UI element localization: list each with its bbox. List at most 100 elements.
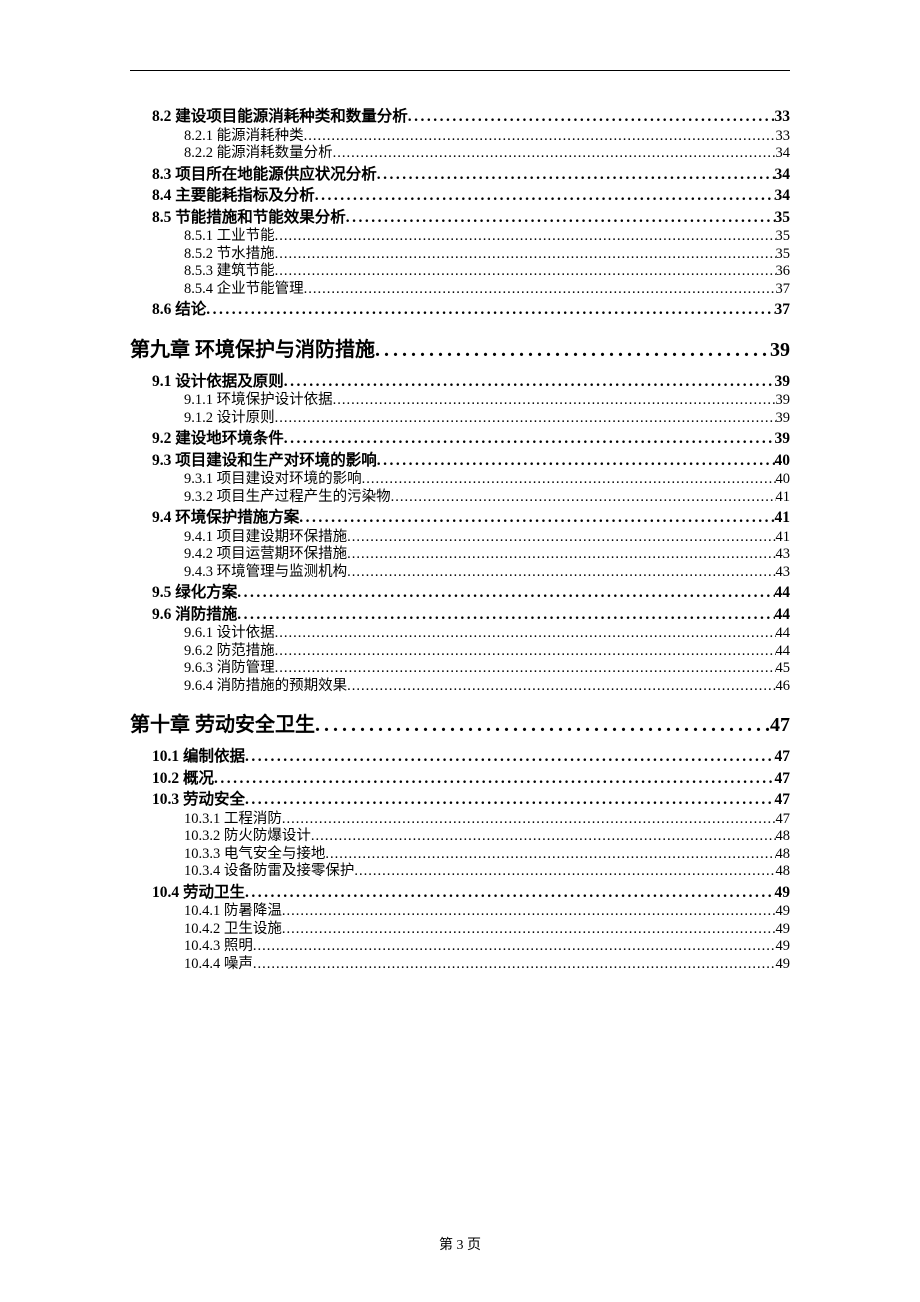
toc-entry[interactable]: 9.6.4 消防措施的预期效果 ........................… xyxy=(184,679,790,694)
toc-entry[interactable]: 9.5 绿化方案 ...............................… xyxy=(152,585,790,601)
toc-dot-leader: ........................................… xyxy=(408,109,775,125)
toc-entry-page: 41 xyxy=(776,530,791,545)
toc-entry-label: 第九章 环境保护与消防措施 xyxy=(130,340,375,360)
toc-entry-label: 10.3.1 工程消防 xyxy=(184,812,282,827)
toc-entry[interactable]: 9.1.1 环境保护设计依据 .........................… xyxy=(184,393,790,408)
toc-entry[interactable]: 9.4.3 环境管理与监测机构 ........................… xyxy=(184,565,790,580)
toc-entry[interactable]: 9.4.1 项目建设期环保措施 ........................… xyxy=(184,530,790,545)
page-container: 8.2 建设项目能源消耗种类和数量分析 ....................… xyxy=(0,0,920,1034)
toc-entry[interactable]: 8.6 结论 .................................… xyxy=(152,302,790,318)
toc-entry[interactable]: 9.1 设计依据及原则 ............................… xyxy=(152,374,790,390)
toc-entry-label: 8.5.1 工业节能 xyxy=(184,229,275,244)
toc-entry-page: 44 xyxy=(776,644,791,659)
toc-entry-page: 35 xyxy=(776,247,791,262)
toc-entry[interactable]: 10.2 概况 ................................… xyxy=(152,771,790,787)
toc-entry[interactable]: 10.4.4 噪声 ..............................… xyxy=(184,957,790,972)
toc-entry-label: 9.6.3 消防管理 xyxy=(184,661,275,676)
toc-entry[interactable]: 9.4.2 项目运营期环保措施 ........................… xyxy=(184,547,790,562)
toc-entry[interactable]: 8.5.3 建筑节能 .............................… xyxy=(184,264,790,279)
toc-entry[interactable]: 10.1 编制依据 ..............................… xyxy=(152,749,790,765)
toc-entry[interactable]: 9.4 环境保护措施方案 ...........................… xyxy=(152,510,790,526)
toc-entry-page: 44 xyxy=(775,585,791,601)
toc-entry[interactable]: 10.4.3 照明 ..............................… xyxy=(184,939,790,954)
toc-entry[interactable]: 第十章 劳动安全卫生 .............................… xyxy=(130,715,790,735)
toc-entry-page: 35 xyxy=(776,229,791,244)
toc-entry[interactable]: 8.5.2 节水措施 .............................… xyxy=(184,247,790,262)
toc-entry-page: 37 xyxy=(775,302,791,318)
toc-entry-page: 34 xyxy=(775,188,791,204)
toc-entry-page: 43 xyxy=(776,565,791,580)
toc-entry[interactable]: 9.6.2 防范措施 .............................… xyxy=(184,644,790,659)
toc-dot-leader: ........................................… xyxy=(375,340,770,360)
toc-entry[interactable]: 9.6.1 设计依据 .............................… xyxy=(184,626,790,641)
toc-entry[interactable]: 9.6.3 消防管理 .............................… xyxy=(184,661,790,676)
toc-entry[interactable]: 8.3 项目所在地能源供应状况分析 ......................… xyxy=(152,167,790,183)
toc-entry-page: 43 xyxy=(776,547,791,562)
toc-entry[interactable]: 9.3.1 项目建设对环境的影响 .......................… xyxy=(184,472,790,487)
toc-entry-label: 第十章 劳动安全卫生 xyxy=(130,715,315,735)
toc-entry[interactable]: 10.3.3 电气安全与接地 .........................… xyxy=(184,847,790,862)
toc-entry-page: 47 xyxy=(775,749,791,765)
toc-dot-leader: ........................................… xyxy=(311,829,776,844)
toc-entry-page: 48 xyxy=(776,864,791,879)
toc-entry[interactable]: 10.3.1 工程消防 ............................… xyxy=(184,812,790,827)
toc-entry[interactable]: 10.3.4 设备防雷及接零保护 .......................… xyxy=(184,864,790,879)
toc-entry-page: 40 xyxy=(775,453,791,469)
toc-entry-label: 8.6 结论 xyxy=(152,302,206,318)
toc-entry-page: 44 xyxy=(775,607,791,623)
toc-entry[interactable]: 9.1.2 设计原则 .............................… xyxy=(184,411,790,426)
toc-entry[interactable]: 8.5.1 工业节能 .............................… xyxy=(184,229,790,244)
toc-dot-leader: ........................................… xyxy=(362,472,776,487)
toc-dot-leader: ........................................… xyxy=(275,411,776,426)
toc-entry[interactable]: 8.2.1 能源消耗种类 ...........................… xyxy=(184,129,790,144)
toc-dot-leader: ........................................… xyxy=(253,957,776,972)
toc-entry-page: 49 xyxy=(776,922,791,937)
toc-entry-page: 39 xyxy=(770,340,790,360)
toc-entry-page: 46 xyxy=(776,679,791,694)
toc-entry-label: 10.3.2 防火防爆设计 xyxy=(184,829,311,844)
toc-entry[interactable]: 8.5 节能措施和节能效果分析 ........................… xyxy=(152,210,790,226)
toc-entry[interactable]: 8.2.2 能源消耗数量分析 .........................… xyxy=(184,146,790,161)
toc-dot-leader: ........................................… xyxy=(333,146,776,161)
toc-entry-label: 9.2 建设地环境条件 xyxy=(152,431,284,447)
toc-entry[interactable]: 10.3 劳动安全 ..............................… xyxy=(152,792,790,808)
toc-entry[interactable]: 第九章 环境保护与消防措施 ..........................… xyxy=(130,340,790,360)
toc-entry-label: 9.1.2 设计原则 xyxy=(184,411,275,426)
table-of-contents: 8.2 建设项目能源消耗种类和数量分析 ....................… xyxy=(130,109,790,971)
toc-dot-leader: ........................................… xyxy=(284,374,775,390)
toc-entry-page: 39 xyxy=(775,431,791,447)
toc-entry[interactable]: 9.3.2 项目生产过程产生的污染物 .....................… xyxy=(184,490,790,505)
toc-entry-label: 10.1 编制依据 xyxy=(152,749,245,765)
toc-entry[interactable]: 8.5.4 企业节能管理 ...........................… xyxy=(184,282,790,297)
toc-entry-label: 10.4 劳动卫生 xyxy=(152,885,245,901)
toc-entry[interactable]: 10.3.2 防火防爆设计 ..........................… xyxy=(184,829,790,844)
toc-entry[interactable]: 10.4.2 卫生设施 ............................… xyxy=(184,922,790,937)
toc-entry[interactable]: 9.3 项目建设和生产对环境的影响 ......................… xyxy=(152,453,790,469)
toc-entry-page: 33 xyxy=(776,129,791,144)
toc-entry-label: 9.6.1 设计依据 xyxy=(184,626,275,641)
toc-entry-label: 8.5.4 企业节能管理 xyxy=(184,282,304,297)
toc-entry[interactable]: 9.6 消防措施 ...............................… xyxy=(152,607,790,623)
toc-dot-leader: ........................................… xyxy=(347,679,775,694)
toc-entry-label: 9.5 绿化方案 xyxy=(152,585,237,601)
toc-entry-page: 44 xyxy=(776,626,791,641)
toc-entry-label: 9.6.2 防范措施 xyxy=(184,644,275,659)
toc-entry-label: 10.4.1 防暑降温 xyxy=(184,904,282,919)
toc-entry-page: 47 xyxy=(775,792,791,808)
toc-entry-label: 9.4 环境保护措施方案 xyxy=(152,510,299,526)
toc-entry-page: 40 xyxy=(776,472,791,487)
toc-entry-label: 8.5.2 节水措施 xyxy=(184,247,275,262)
toc-entry[interactable]: 8.4 主要能耗指标及分析 ..........................… xyxy=(152,188,790,204)
toc-entry-page: 48 xyxy=(776,829,791,844)
toc-entry[interactable]: 9.2 建设地环境条件 ............................… xyxy=(152,431,790,447)
toc-entry[interactable]: 10.4.1 防暑降温 ............................… xyxy=(184,904,790,919)
toc-entry-page: 39 xyxy=(776,393,791,408)
toc-entry-page: 47 xyxy=(775,771,791,787)
toc-dot-leader: ........................................… xyxy=(354,864,775,879)
toc-entry-label: 10.3.4 设备防雷及接零保护 xyxy=(184,864,354,879)
toc-entry[interactable]: 10.4 劳动卫生 ..............................… xyxy=(152,885,790,901)
toc-dot-leader: ........................................… xyxy=(214,771,774,787)
toc-entry-label: 10.3.3 电气安全与接地 xyxy=(184,847,325,862)
toc-dot-leader: ........................................… xyxy=(275,644,776,659)
toc-entry[interactable]: 8.2 建设项目能源消耗种类和数量分析 ....................… xyxy=(152,109,790,125)
